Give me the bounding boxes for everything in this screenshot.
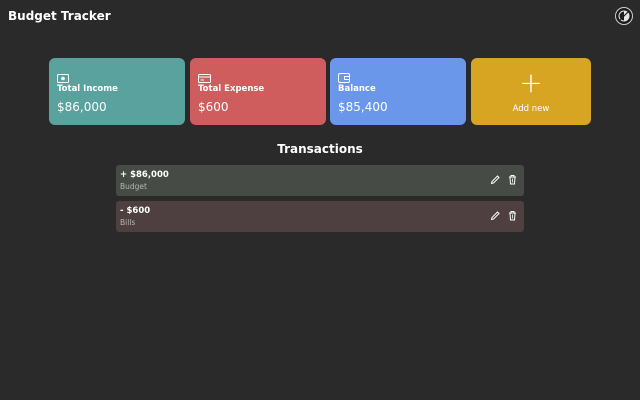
transaction-item: - $600 Bills <box>116 201 524 232</box>
total-income-value: $86,000 <box>57 100 107 114</box>
balance-card: Balance $85,400 <box>330 58 466 125</box>
transaction-item: + $86,000 Budget <box>116 165 524 196</box>
total-income-card: Total Income $86,000 <box>49 58 185 125</box>
theme-toggle-icon <box>618 10 630 22</box>
edit-icon[interactable] <box>490 170 501 185</box>
delete-icon[interactable] <box>507 170 518 185</box>
transaction-category: Bills <box>120 218 136 227</box>
balance-label: Balance <box>338 84 376 94</box>
transaction-category: Budget <box>120 182 147 191</box>
add-new-label: Add new <box>512 103 550 114</box>
plus-icon: + <box>519 65 543 99</box>
total-expense-label: Total Expense <box>198 84 265 94</box>
app-title: Budget Tracker <box>8 9 111 23</box>
transaction-amount: + $86,000 <box>120 170 169 180</box>
total-expense-value: $600 <box>198 100 229 114</box>
transactions-title: Transactions <box>277 142 363 156</box>
balance-value: $85,400 <box>338 100 388 114</box>
add-new-button[interactable]: + Add new <box>471 58 591 125</box>
edit-icon[interactable] <box>490 206 501 221</box>
delete-icon[interactable] <box>507 206 518 221</box>
credit-card-icon <box>198 68 318 83</box>
transaction-amount: - $600 <box>120 206 151 216</box>
total-expense-card: Total Expense $600 <box>190 58 326 125</box>
wallet-icon <box>338 68 458 83</box>
theme-toggle-button[interactable] <box>615 7 633 25</box>
cash-icon <box>57 68 177 83</box>
total-income-label: Total Income <box>57 84 118 94</box>
